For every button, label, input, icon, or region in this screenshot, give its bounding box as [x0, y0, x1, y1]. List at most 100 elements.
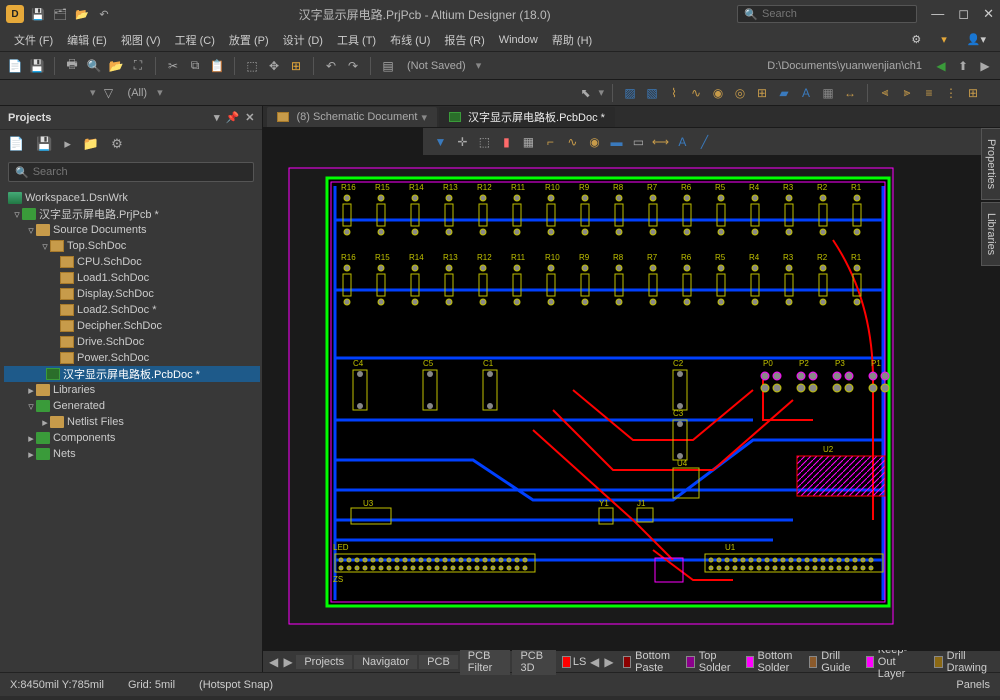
tree-project[interactable]: ▿汉字显示屏电路.PrjPcb *	[4, 206, 260, 222]
layers-icon[interactable]: ▤	[379, 57, 397, 75]
dist-h-icon[interactable]: ⋮	[942, 84, 960, 102]
align-icon[interactable]: ⊞	[287, 57, 305, 75]
settings-icon[interactable]: ⚙	[905, 31, 927, 48]
tab-right-icon[interactable]: ▶	[282, 653, 294, 671]
tree-doc[interactable]: Power.SchDoc	[4, 350, 260, 366]
undo2-icon[interactable]: ↶	[322, 57, 340, 75]
ls-label[interactable]: LS	[573, 656, 586, 668]
nav-fwd-icon[interactable]: ▶	[976, 57, 994, 75]
btab-pcb[interactable]: PCB	[419, 655, 458, 669]
nav-back-icon[interactable]: ◀	[932, 57, 950, 75]
menu-route[interactable]: 布线 (U)	[384, 30, 436, 50]
text-icon[interactable]: A	[797, 84, 815, 102]
print-icon[interactable]: 🖶	[63, 57, 81, 75]
comp-icon[interactable]: ▦	[819, 84, 837, 102]
tree-comp[interactable]: ▸Components	[4, 430, 260, 446]
hatch1-icon[interactable]: ▨	[621, 84, 639, 102]
pcb-viewport[interactable]: R16R15R14R13R12R11R10R9R8R7R6R5R4R3R2R1 …	[263, 156, 1000, 650]
tab-left-icon[interactable]: ◀	[267, 653, 279, 671]
menu-file[interactable]: 文件 (F)	[8, 30, 59, 50]
tree-doc[interactable]: CPU.SchDoc	[4, 254, 260, 270]
tree-doc[interactable]: Decipher.SchDoc	[4, 318, 260, 334]
tree-gen[interactable]: ▿Generated	[4, 398, 260, 414]
tree-doc[interactable]: Drive.SchDoc	[4, 334, 260, 350]
open-icon[interactable]: 📂	[74, 6, 90, 22]
move-icon[interactable]: ✥	[265, 57, 283, 75]
new-icon[interactable]: 📄	[6, 57, 24, 75]
save-prj-icon[interactable]: 💾	[36, 136, 52, 152]
pad-icon[interactable]: ◎	[731, 84, 749, 102]
tab-pcb[interactable]: 汉字显示屏电路板.PcbDoc *	[439, 107, 615, 127]
filter-all[interactable]: (All)	[122, 87, 154, 99]
panels-button[interactable]: Panels	[956, 679, 990, 691]
wave-icon[interactable]: ∿	[563, 133, 581, 151]
tree-pcb[interactable]: 汉字显示屏电路板.PcbDoc *	[4, 366, 260, 382]
zoomfit-icon[interactable]: ⛶	[129, 57, 147, 75]
tree-doc[interactable]: Load2.SchDoc *	[4, 302, 260, 318]
align-r-icon[interactable]: ≡	[920, 84, 938, 102]
tree-source[interactable]: ▿Source Documents	[4, 222, 260, 238]
grid-icon[interactable]: ⊞	[753, 84, 771, 102]
sidetab-properties[interactable]: Properties	[981, 128, 1000, 200]
tab-schematic[interactable]: (8) Schematic Document▾	[267, 107, 437, 127]
dim2-icon[interactable]: ⟷	[651, 133, 669, 151]
panel-close-icon[interactable]: ✕	[245, 111, 254, 124]
route1-icon[interactable]: ⌇	[665, 84, 683, 102]
align-l-icon[interactable]: ⫷	[876, 84, 894, 102]
filter-icon[interactable]: ▼	[431, 133, 449, 151]
dim-icon[interactable]: ↔	[841, 84, 859, 102]
trace-icon[interactable]: ⌐	[541, 133, 559, 151]
tree-netlist[interactable]: ▸Netlist Files	[4, 414, 260, 430]
panel-dropdown-icon[interactable]: ▾	[214, 111, 220, 124]
hatch2-icon[interactable]: ▧	[643, 84, 661, 102]
layer-prev-icon[interactable]: ◀	[588, 653, 600, 671]
copy-icon[interactable]: ⧉	[186, 57, 204, 75]
poly-icon[interactable]: ▰	[775, 84, 793, 102]
text2-icon[interactable]: A	[673, 133, 691, 151]
paste-icon[interactable]: 📋	[208, 57, 226, 75]
btab-navigator[interactable]: Navigator	[354, 655, 417, 669]
close-button[interactable]: ✕	[983, 6, 994, 22]
select-rect-icon[interactable]: ⬚	[475, 133, 493, 151]
cut-icon[interactable]: ✂	[164, 57, 182, 75]
undo-icon[interactable]: ↶	[96, 6, 112, 22]
nav-up-icon[interactable]: ⬆	[954, 57, 972, 75]
maximize-button[interactable]: ◻	[958, 6, 969, 22]
save-icon[interactable]: 💾	[28, 57, 46, 75]
menu-help[interactable]: 帮助 (H)	[546, 30, 598, 50]
cursor-icon[interactable]: ⬉	[576, 84, 594, 102]
save-all-icon[interactable]: 🗂	[52, 6, 68, 22]
menu-tools[interactable]: 工具 (T)	[331, 30, 382, 50]
filter-icon[interactable]: ▽	[100, 84, 118, 102]
compile-icon[interactable]: ▸	[64, 136, 71, 152]
tree-nets[interactable]: ▸Nets	[4, 446, 260, 462]
layer-next-icon[interactable]: ▶	[603, 653, 615, 671]
gear-icon[interactable]: ⚙	[111, 136, 123, 152]
panel-pin-icon[interactable]: 📌	[226, 111, 240, 124]
ic-icon[interactable]: ▦	[519, 133, 537, 151]
tree-workspace[interactable]: Workspace1.DsnWrk	[4, 190, 260, 206]
histogram-icon[interactable]: ▮	[497, 133, 515, 151]
menu-design[interactable]: 设计 (D)	[277, 30, 329, 50]
open-doc-icon[interactable]: 📂	[107, 57, 125, 75]
notify-icon[interactable]: ▾	[935, 31, 953, 48]
folder-icon[interactable]: 📁	[83, 136, 99, 152]
search-input[interactable]	[762, 8, 910, 20]
cross-icon[interactable]: ✛	[453, 133, 471, 151]
tree-top[interactable]: ▿Top.SchDoc	[4, 238, 260, 254]
redo-icon[interactable]: ↷	[344, 57, 362, 75]
btab-filter[interactable]: PCB Filter	[460, 649, 511, 675]
tree-doc[interactable]: Load1.SchDoc	[4, 270, 260, 286]
menu-report[interactable]: 报告 (R)	[438, 30, 490, 50]
tree-lib[interactable]: ▸Libraries	[4, 382, 260, 398]
tree-doc[interactable]: Display.SchDoc	[4, 286, 260, 302]
rect-icon[interactable]: ▭	[629, 133, 647, 151]
panel-search[interactable]: 🔍	[8, 162, 254, 182]
sidetab-libraries[interactable]: Libraries	[981, 202, 1000, 266]
route2-icon[interactable]: ∿	[687, 84, 705, 102]
select-icon[interactable]: ⬚	[243, 57, 261, 75]
menu-window[interactable]: Window	[493, 32, 544, 48]
minimize-button[interactable]: —	[931, 6, 944, 22]
poly2-icon[interactable]: ▬	[607, 133, 625, 151]
menu-project[interactable]: 工程 (C)	[169, 30, 221, 50]
